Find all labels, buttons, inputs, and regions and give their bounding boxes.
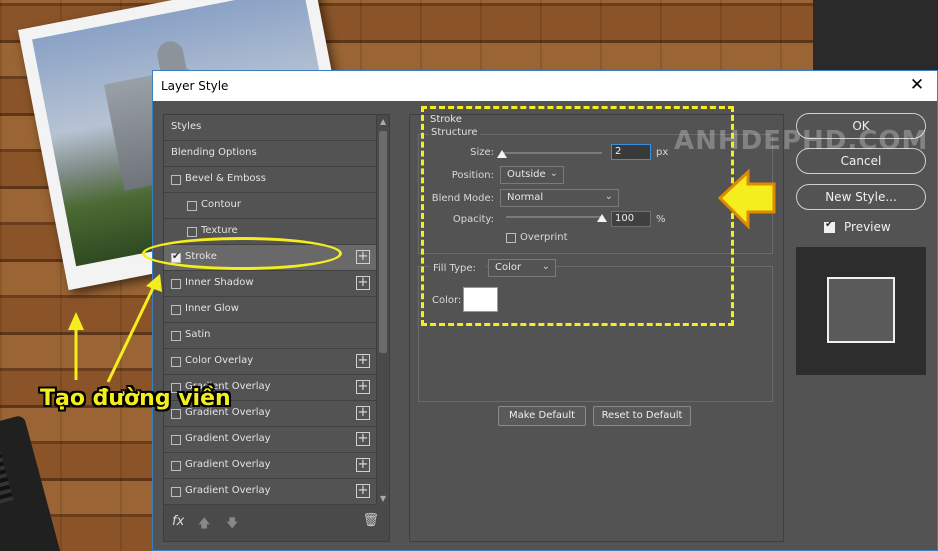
arrow-up-head (68, 312, 84, 330)
arrow-diagonal-line (106, 285, 156, 383)
big-left-arrow (717, 168, 776, 230)
annotation-arrows (68, 168, 776, 383)
annotation-label: Tạo đường viền (40, 386, 231, 411)
